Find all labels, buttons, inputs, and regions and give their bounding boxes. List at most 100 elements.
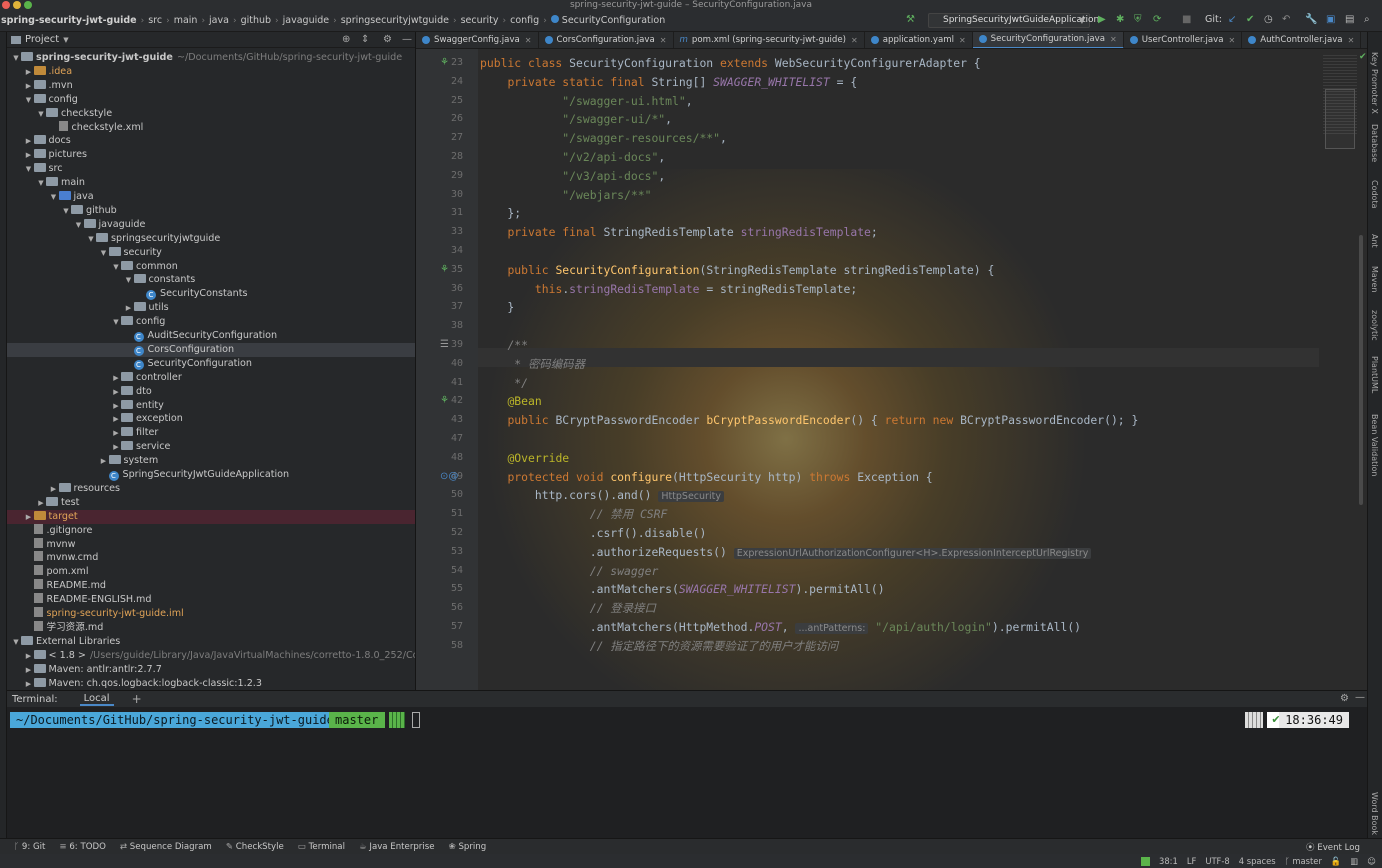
chevron-down-icon[interactable]: ▼: [24, 93, 34, 107]
tree-item[interactable]: ▶ pictures: [7, 148, 415, 162]
tree-item[interactable]: README-ENGLISH.md: [7, 593, 415, 607]
tree-item[interactable]: ▼ config: [7, 315, 415, 329]
file-encoding[interactable]: UTF-8: [1205, 856, 1229, 866]
chevron-down-icon[interactable]: ▼: [111, 260, 121, 274]
code-line[interactable]: .antMatchers(HttpMethod.POST, ...antPatt…: [480, 618, 1081, 637]
code-line[interactable]: /**: [480, 336, 528, 355]
tree-item[interactable]: ▶ docs: [7, 134, 415, 148]
breadcrumb-item[interactable]: src: [144, 15, 166, 26]
hide-panel-icon[interactable]: —: [402, 34, 412, 45]
git-rollback-icon[interactable]: ↶: [1282, 14, 1290, 25]
notifications-icon[interactable]: ☺: [1367, 856, 1376, 866]
spring-bean-icon[interactable]: ⚘: [440, 57, 449, 68]
tree-item[interactable]: mvnw: [7, 537, 415, 552]
chevron-down-icon[interactable]: ▼: [36, 176, 46, 190]
code-editor[interactable]: 23 ⚘ public class SecurityConfiguration ex…: [416, 49, 1367, 690]
zoom-window-icon[interactable]: [24, 1, 32, 9]
right-tool-window-tab[interactable]: zoolytic: [1370, 310, 1379, 341]
project-panel-title[interactable]: Project: [25, 34, 59, 45]
code-line[interactable]: // 指定路径下的资源需要验证了的用户才能访问: [480, 637, 838, 656]
tree-item[interactable]: ▼ constants: [7, 273, 415, 287]
code-line[interactable]: @Override: [480, 449, 569, 468]
tree-item[interactable]: mvnw.cmd: [7, 551, 415, 565]
code-line[interactable]: // 禁用 CSRF: [480, 505, 668, 524]
code-line[interactable]: "/v2/api-docs",: [480, 148, 665, 167]
tree-item[interactable]: ▼ config: [7, 93, 415, 107]
breadcrumb-item[interactable]: github: [237, 15, 275, 26]
tree-item[interactable]: ▶ test: [7, 496, 415, 510]
run-configuration-select[interactable]: SpringSecurityJwtGuideApplication ▼: [928, 13, 1099, 28]
tree-item[interactable]: ▶ system: [7, 454, 415, 468]
code-line[interactable]: "/swagger-ui/*",: [480, 110, 672, 129]
tool-window-button[interactable]: ❀ Spring: [449, 842, 487, 852]
tree-item[interactable]: C AuditSecurityConfiguration: [7, 329, 415, 343]
breadcrumb-item[interactable]: SecurityConfiguration: [547, 15, 669, 26]
code-line[interactable]: http.cors().and() HttpSecurity: [480, 486, 724, 505]
code-line[interactable]: * 密码编码器: [480, 355, 585, 374]
spring-bean-icon[interactable]: ⚘: [440, 395, 449, 406]
chevron-down-icon[interactable]: ▼: [86, 232, 96, 246]
chevron-right-icon[interactable]: ▶: [24, 510, 34, 524]
coverage-icon[interactable]: ⛨: [1134, 14, 1142, 25]
git-history-icon[interactable]: ◷: [1264, 14, 1273, 25]
tool-window-button[interactable]: ✎ CheckStyle: [226, 842, 284, 852]
tree-item[interactable]: ▼ security: [7, 246, 415, 260]
chevron-right-icon[interactable]: ▶: [111, 440, 121, 454]
chevron-right-icon[interactable]: ▶: [24, 649, 34, 663]
memory-icon[interactable]: ▥: [1350, 856, 1358, 866]
tree-item[interactable]: pom.xml: [7, 565, 415, 579]
close-tab-icon[interactable]: ✕: [525, 36, 532, 45]
right-tool-window-tab[interactable]: Word Book: [1370, 792, 1379, 835]
chevron-down-icon[interactable]: ▼: [63, 36, 68, 44]
tree-item[interactable]: ▶ .mvn: [7, 79, 415, 93]
tree-item[interactable]: ▼ java: [7, 190, 415, 204]
code-line[interactable]: .antMatchers(SWAGGER_WHITELIST).permitAl…: [480, 580, 885, 599]
close-tab-icon[interactable]: ✕: [660, 36, 667, 45]
code-line[interactable]: "/swagger-resources/**",: [480, 129, 727, 148]
close-tab-icon[interactable]: ✕: [851, 36, 858, 45]
tree-item[interactable]: ▶ Maven: ch.qos.logback:logback-classic:1…: [7, 677, 415, 691]
code-minimap[interactable]: ✔: [1319, 49, 1367, 690]
caret-position[interactable]: 38:1: [1159, 856, 1178, 866]
tree-item[interactable]: 学习资源.md: [7, 620, 415, 635]
breadcrumb-item[interactable]: java: [205, 15, 233, 26]
terminal-tab-local[interactable]: Local: [79, 693, 114, 706]
code-line[interactable]: public SecurityConfiguration(StringRedis…: [480, 261, 994, 280]
tool-window-button[interactable]: ≡ 6: TODO: [59, 842, 105, 852]
editor-tab[interactable]: SecurityConfiguration.java ✕: [972, 32, 1124, 48]
status-plugin-icon[interactable]: [1141, 856, 1151, 866]
tree-item[interactable]: C CorsConfiguration: [7, 342, 415, 357]
tree-item[interactable]: spring-security-jwt-guide.iml: [7, 607, 415, 621]
chevron-right-icon[interactable]: ▶: [124, 301, 134, 315]
layout-icon[interactable]: ▤: [1345, 14, 1354, 25]
lock-icon[interactable]: 🔓: [1331, 856, 1341, 867]
tool-window-button[interactable]: ᚴ 9: Git: [14, 842, 45, 852]
right-tool-window-tab[interactable]: PlantUML: [1370, 356, 1379, 393]
code-line[interactable]: .authorizeRequests() ExpressionUrlAuthor…: [480, 543, 1092, 562]
breadcrumb-item[interactable]: main: [170, 15, 202, 26]
chevron-down-icon[interactable]: ▼: [49, 190, 59, 204]
code-line[interactable]: // swagger: [480, 562, 659, 581]
tree-item[interactable]: ▶ service: [7, 440, 415, 454]
settings-icon[interactable]: 🔧: [1305, 14, 1317, 25]
code-line[interactable]: "/webjars/**": [480, 186, 651, 205]
right-tool-window-tab[interactable]: Database: [1370, 124, 1379, 162]
editor-scrollbar[interactable]: [1359, 235, 1363, 505]
git-update-icon[interactable]: ↙: [1228, 14, 1236, 25]
stop-icon[interactable]: ■: [1182, 14, 1191, 25]
chevron-down-icon[interactable]: ▼: [11, 51, 21, 65]
code-line[interactable]: public class SecurityConfiguration exten…: [480, 54, 981, 73]
code-line[interactable]: protected void configure(HttpSecurity ht…: [480, 468, 932, 487]
chevron-right-icon[interactable]: ▶: [24, 677, 34, 691]
chevron-right-icon[interactable]: ▶: [111, 385, 121, 399]
doc-render-icon[interactable]: ☰: [440, 339, 449, 350]
hide-panel-icon[interactable]: —: [1355, 692, 1365, 703]
chevron-right-icon[interactable]: ▶: [36, 496, 46, 510]
tree-item[interactable]: ▼ main: [7, 176, 415, 190]
run-icon[interactable]: ▶: [1098, 14, 1106, 25]
breadcrumb-item[interactable]: spring-security-jwt-guide: [0, 15, 141, 26]
terminal-output[interactable]: ~/Documents/GitHub/spring-security-jwt-g…: [7, 707, 1367, 838]
tree-item[interactable]: ▶ dto: [7, 385, 415, 399]
editor-tab[interactable]: AuthController.java ✕: [1242, 32, 1362, 48]
line-separator[interactable]: LF: [1187, 856, 1196, 866]
